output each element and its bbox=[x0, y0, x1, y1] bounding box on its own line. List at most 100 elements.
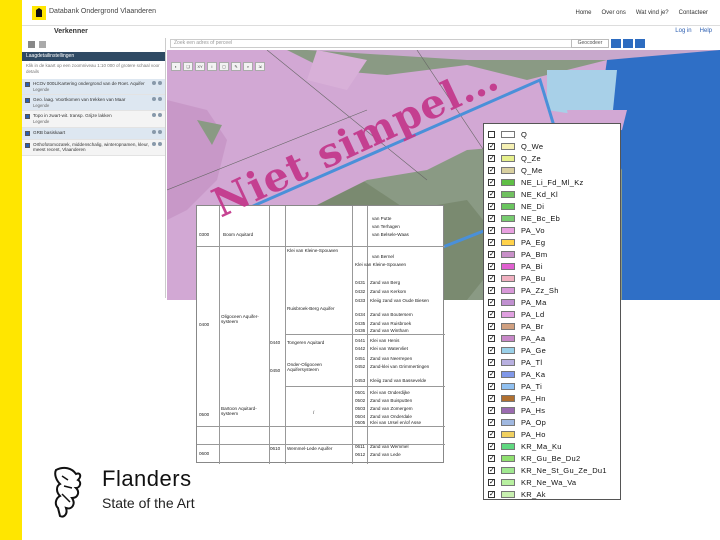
gear-icon[interactable] bbox=[152, 97, 156, 102]
legend-checkbox[interactable]: ✓ bbox=[488, 238, 495, 246]
legend-row[interactable]: ✓ Q_Ze bbox=[484, 153, 622, 164]
legend-checkbox[interactable]: ✓ bbox=[488, 190, 495, 198]
nav-find[interactable]: Wat vind je? bbox=[636, 10, 669, 16]
legend-checkbox[interactable]: ✓ bbox=[488, 322, 495, 330]
legend-checkbox[interactable] bbox=[488, 130, 495, 138]
legend-checkbox[interactable]: ✓ bbox=[488, 394, 495, 402]
legend-row[interactable]: ✓ KR_Gu_Be_Du2 bbox=[484, 453, 622, 464]
legend-checkbox[interactable]: ✓ bbox=[488, 418, 495, 426]
login-link[interactable]: Log in bbox=[675, 28, 691, 34]
layer-item[interactable]: Geo. laag. Voortkomen van trekken van Ma… bbox=[22, 95, 165, 112]
legend-checkbox[interactable]: ✓ bbox=[488, 250, 495, 258]
legend-checkbox[interactable]: ✓ bbox=[488, 442, 495, 450]
legend-checkbox[interactable]: ✓ bbox=[488, 286, 495, 294]
legend-row[interactable]: ✓ PA_Ho bbox=[484, 429, 622, 440]
close-icon[interactable] bbox=[158, 129, 162, 134]
gear-icon[interactable] bbox=[152, 129, 156, 134]
layer-checkbox[interactable] bbox=[25, 114, 30, 120]
legend-checkbox[interactable]: ✓ bbox=[488, 466, 495, 474]
legend-checkbox[interactable]: ✓ bbox=[488, 178, 495, 186]
select-tool[interactable]: ▢ bbox=[219, 62, 229, 71]
export-tool[interactable]: ⇲ bbox=[255, 62, 265, 71]
star-icon[interactable] bbox=[39, 40, 46, 48]
legend-row[interactable]: ✓ PA_Op bbox=[484, 417, 622, 428]
search-input[interactable]: Zoek een adres of perceel bbox=[170, 39, 590, 48]
legend-row[interactable]: ✓ NE_Bc_Eb bbox=[484, 213, 622, 224]
close-icon[interactable] bbox=[158, 81, 162, 85]
gear-icon[interactable] bbox=[152, 113, 156, 118]
geocode-button[interactable]: Geocodeer bbox=[571, 39, 609, 48]
legend-checkbox[interactable]: ✓ bbox=[488, 214, 495, 222]
measure-tool[interactable]: ⌕ bbox=[243, 62, 253, 71]
draw-tool[interactable]: ✎ bbox=[231, 62, 241, 71]
close-icon[interactable] bbox=[158, 97, 162, 102]
legend-checkbox[interactable]: ✓ bbox=[488, 358, 495, 366]
nav-home[interactable]: Home bbox=[575, 10, 591, 16]
legend-row[interactable]: ✓ PA_Ti bbox=[484, 381, 622, 392]
layer-item[interactable]: HCOv 000L/Kartering ondergrond van de Ro… bbox=[22, 79, 165, 96]
zoom-box-tool[interactable]: ❏ bbox=[183, 62, 193, 71]
legend-row[interactable]: ✓ PA_Ma bbox=[484, 297, 622, 308]
legend-row[interactable]: ✓ PA_Bm bbox=[484, 249, 622, 260]
legend-row[interactable]: ✓ PA_Hs bbox=[484, 405, 622, 416]
legend-checkbox[interactable]: ✓ bbox=[488, 478, 495, 486]
legend-row[interactable]: ✓ PA_Ka bbox=[484, 369, 622, 380]
legend-checkbox[interactable]: ✓ bbox=[488, 262, 495, 270]
legend-row[interactable]: Q bbox=[484, 129, 622, 140]
legend-row[interactable]: ✓ PA_Br bbox=[484, 321, 622, 332]
layers-icon[interactable] bbox=[28, 40, 35, 48]
zoom-icon[interactable] bbox=[623, 39, 633, 48]
legend-checkbox[interactable]: ✓ bbox=[488, 274, 495, 282]
layer-checkbox[interactable] bbox=[25, 130, 30, 136]
nav-about[interactable]: Over ons bbox=[602, 10, 626, 16]
legend-checkbox[interactable]: ✓ bbox=[488, 430, 495, 438]
layer-item[interactable]: Orthofotomozaïek, middenschalig, wintero… bbox=[22, 139, 165, 156]
legend-link[interactable]: Legende bbox=[33, 87, 152, 93]
legend-row[interactable]: ✓ PA_Vo bbox=[484, 225, 622, 236]
legend-row[interactable]: ✓ PA_Hn bbox=[484, 393, 622, 404]
nav-contact[interactable]: Contacteer bbox=[679, 10, 708, 16]
legend-checkbox[interactable]: ✓ bbox=[488, 454, 495, 462]
close-icon[interactable] bbox=[158, 141, 162, 146]
legend-checkbox[interactable]: ✓ bbox=[488, 202, 495, 210]
pan-tool[interactable]: ◐ bbox=[171, 62, 181, 71]
legend-row[interactable]: ✓ Q_We bbox=[484, 141, 622, 152]
help-link[interactable]: Help bbox=[700, 28, 712, 34]
legend-checkbox[interactable]: ✓ bbox=[488, 298, 495, 306]
legend-row[interactable]: ✓ KR_Ne_St_Gu_Ze_Du1 bbox=[484, 465, 622, 476]
info-tool[interactable]: i bbox=[207, 62, 217, 71]
legend-link[interactable]: Legende bbox=[33, 119, 152, 125]
legend-checkbox[interactable]: ✓ bbox=[488, 310, 495, 318]
legend-checkbox[interactable]: ✓ bbox=[488, 142, 495, 150]
gear-icon[interactable] bbox=[152, 81, 156, 85]
xy-tool[interactable]: XY bbox=[195, 62, 205, 71]
legend-checkbox[interactable]: ✓ bbox=[488, 166, 495, 174]
legend-row[interactable]: ✓ PA_Ge bbox=[484, 345, 622, 356]
legend-checkbox[interactable]: ✓ bbox=[488, 490, 495, 498]
legend-row[interactable]: ✓ NE_Kd_Kl bbox=[484, 189, 622, 200]
legend-checkbox[interactable]: ✓ bbox=[488, 346, 495, 354]
legend-row[interactable]: ✓ NE_Di bbox=[484, 201, 622, 212]
layer-checkbox[interactable] bbox=[25, 82, 30, 87]
close-icon[interactable] bbox=[158, 113, 162, 118]
legend-row[interactable]: ✓ PA_Ld bbox=[484, 309, 622, 320]
legend-checkbox[interactable]: ✓ bbox=[488, 370, 495, 378]
legend-checkbox[interactable]: ✓ bbox=[488, 154, 495, 162]
search-icon[interactable] bbox=[611, 39, 621, 48]
legend-row[interactable]: ✓ PA_Aa bbox=[484, 333, 622, 344]
gear-icon[interactable] bbox=[152, 141, 156, 146]
layer-checkbox[interactable] bbox=[25, 142, 30, 148]
legend-checkbox[interactable]: ✓ bbox=[488, 226, 495, 234]
layer-item[interactable]: Topo in zwart-wit. transp. Grijze lakken… bbox=[22, 111, 165, 128]
legend-row[interactable]: ✓ PA_Zz_Sh bbox=[484, 285, 622, 296]
legend-row[interactable]: ✓ KR_Ak bbox=[484, 489, 622, 500]
legend-checkbox[interactable]: ✓ bbox=[488, 334, 495, 342]
legend-row[interactable]: ✓ PA_Tl bbox=[484, 357, 622, 368]
legend-link[interactable]: Legende bbox=[33, 103, 152, 109]
legend-row[interactable]: ✓ Q_Me bbox=[484, 165, 622, 176]
layer-item[interactable]: GRB basiskaart bbox=[22, 127, 165, 140]
legend-row[interactable]: ✓ KR_Ne_Wa_Va bbox=[484, 477, 622, 488]
locate-icon[interactable] bbox=[635, 39, 645, 48]
layer-checkbox[interactable] bbox=[25, 98, 30, 104]
legend-checkbox[interactable]: ✓ bbox=[488, 382, 495, 390]
